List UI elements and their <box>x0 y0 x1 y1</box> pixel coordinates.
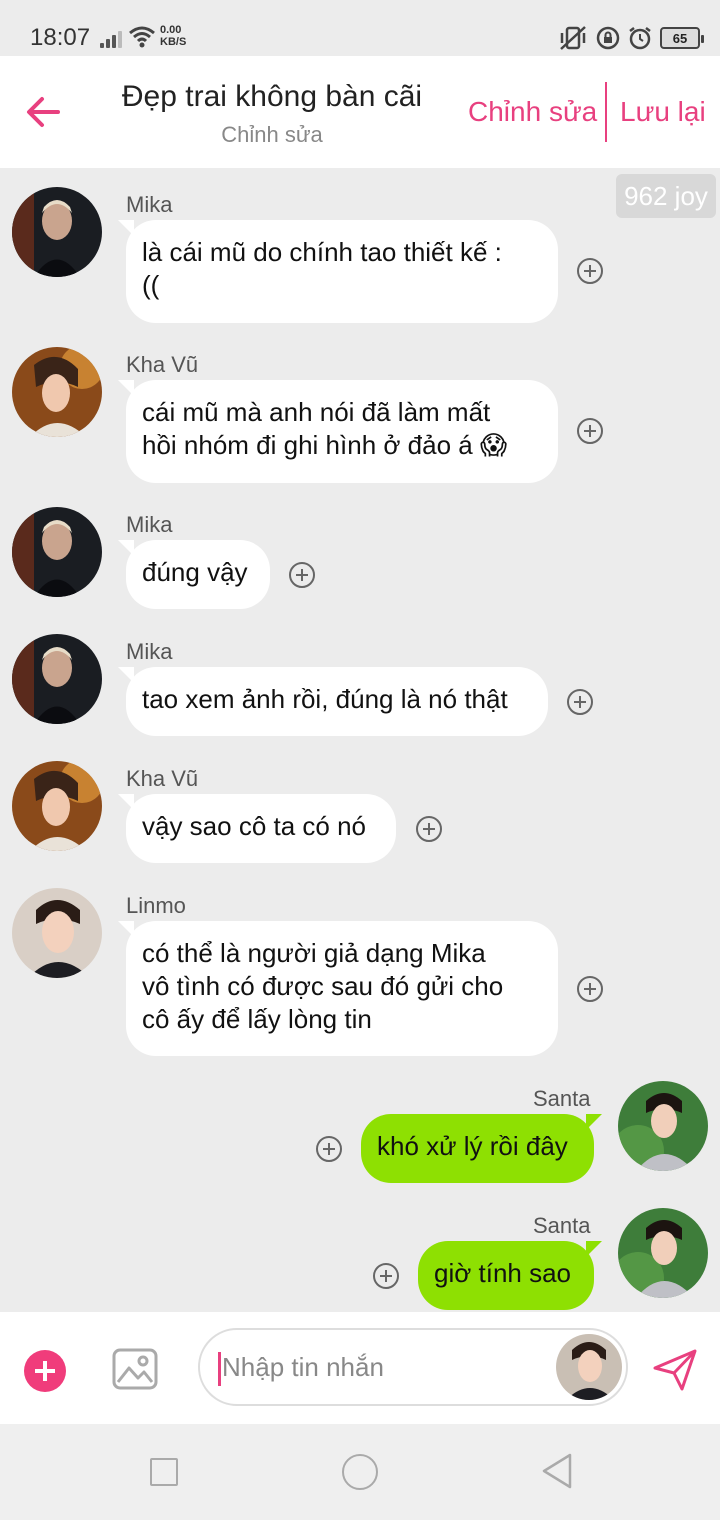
chat-title: Đẹp trai không bàn cãi <box>121 80 423 113</box>
message-input-placeholder: Nhập tin nhắn <box>222 1352 384 1382</box>
battery-icon: 65 <box>660 27 704 49</box>
message-input[interactable]: Nhập tin nhắn <box>198 1328 628 1406</box>
watermark: 962 joy <box>616 174 716 218</box>
react-plus-icon[interactable] <box>416 816 442 842</box>
sender-name: Kha Vũ <box>126 766 199 791</box>
status-bar: 18:07 0.00 KB/S 65 <box>0 0 720 56</box>
nav-back-icon[interactable] <box>540 1452 574 1490</box>
react-plus-icon[interactable] <box>567 689 593 715</box>
react-plus-icon[interactable] <box>577 258 603 284</box>
sender-name: Linmo <box>126 893 186 918</box>
back-arrow-icon[interactable] <box>22 90 66 134</box>
message-bubble[interactable]: đúng vậy <box>118 540 270 609</box>
message-bubble[interactable]: khó xử lý rồi đây <box>361 1114 602 1183</box>
system-nav-bar <box>0 1424 720 1520</box>
message-bubble[interactable]: có thể là người giả dạng Mika vô tình có … <box>118 921 558 1056</box>
message-bubble[interactable]: tao xem ảnh rồi, đúng là nó thật <box>118 667 548 736</box>
edit-button[interactable]: Chỉnh sửa <box>468 96 597 128</box>
avatar-santa[interactable] <box>618 1208 708 1298</box>
network-speed: 0.00 KB/S <box>160 24 187 48</box>
chat-header: Đẹp trai không bàn cãi Chỉnh sửa Chỉnh s… <box>0 56 720 168</box>
save-button[interactable]: Lưu lại <box>620 96 706 128</box>
react-plus-icon[interactable] <box>373 1263 399 1289</box>
vibrate-mute-icon <box>560 26 586 50</box>
avatar-kha-vu[interactable] <box>12 347 102 437</box>
message-bubble[interactable]: cái mũ mà anh nói đã làm mất hồi nhóm đi … <box>118 380 558 483</box>
status-time: 18:07 <box>30 24 91 51</box>
sender-name: Kha Vũ <box>126 352 199 377</box>
send-icon[interactable] <box>652 1348 698 1392</box>
avatar-santa[interactable] <box>618 1081 708 1171</box>
lock-rotation-icon <box>596 26 620 50</box>
sender-name: Mika <box>126 639 173 664</box>
home-icon[interactable] <box>342 1454 378 1490</box>
sender-name: Santa <box>533 1213 591 1238</box>
avatar-linmo[interactable] <box>12 888 102 978</box>
message-bubble[interactable]: giờ tính sao <box>418 1241 602 1310</box>
avatar-mika[interactable] <box>12 187 102 277</box>
avatar-mika[interactable] <box>12 507 102 597</box>
character-avatar[interactable] <box>556 1334 622 1400</box>
chat-subtitle: Chỉnh sửa <box>221 122 323 147</box>
wifi-icon <box>129 26 155 48</box>
message-bubble[interactable]: vậy sao cô ta có nó <box>118 794 396 863</box>
react-plus-icon[interactable] <box>577 976 603 1002</box>
recents-icon[interactable] <box>150 1458 178 1486</box>
signal-icon <box>100 30 124 48</box>
header-divider <box>605 82 607 142</box>
react-plus-icon[interactable] <box>289 562 315 588</box>
image-icon[interactable] <box>112 1346 158 1392</box>
sender-name: Mika <box>126 192 173 217</box>
react-plus-icon[interactable] <box>577 418 603 444</box>
message-bubble[interactable]: là cái mũ do chính tao thiết kế :(( <box>118 220 558 323</box>
sender-name: Mika <box>126 512 173 537</box>
avatar-mika[interactable] <box>12 634 102 724</box>
avatar-kha-vu[interactable] <box>12 761 102 851</box>
text-caret <box>218 1352 221 1386</box>
react-plus-icon[interactable] <box>316 1136 342 1162</box>
sender-name: Santa <box>533 1086 591 1111</box>
alarm-icon <box>629 27 651 50</box>
message-input-bar: Nhập tin nhắn <box>0 1312 720 1424</box>
add-plus-icon[interactable] <box>24 1350 66 1392</box>
